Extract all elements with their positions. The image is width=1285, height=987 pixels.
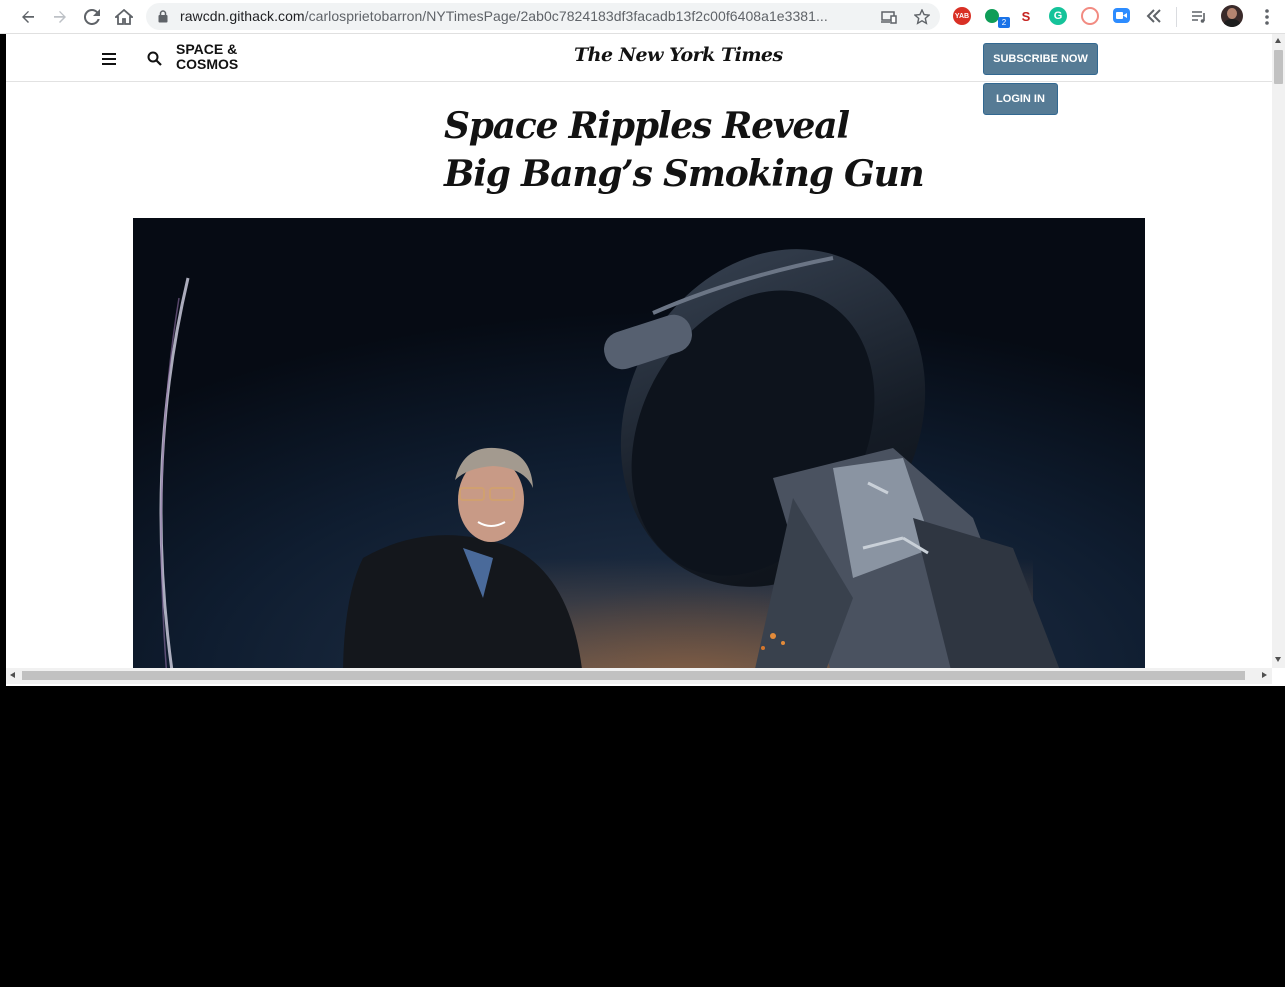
url-host: rawcdn.githack.com	[180, 8, 305, 24]
section-name-line1: SPACE &	[176, 41, 238, 57]
forward-arrow-icon	[54, 11, 66, 23]
nyt-logo[interactable]: The New York Times	[574, 44, 783, 66]
home-button[interactable]	[111, 4, 137, 30]
scroll-left-arrow-icon[interactable]	[10, 672, 15, 678]
lock-icon	[158, 10, 168, 23]
green-dot-icon[interactable]	[985, 9, 999, 23]
kebab-menu-icon	[1265, 9, 1269, 25]
headline-line2: Big Bang’s Smoking Gun	[444, 153, 925, 195]
avatar[interactable]	[1221, 5, 1243, 27]
back-arrow-ext-icon[interactable]	[1145, 7, 1163, 25]
horizontal-scrollbar[interactable]	[6, 668, 1272, 684]
yab-icon[interactable]: YAB	[953, 7, 971, 25]
grammarly-icon[interactable]: G	[1049, 7, 1067, 25]
seo-icon[interactable]: S	[1017, 7, 1035, 25]
back-button[interactable]	[15, 4, 41, 30]
star-icon	[914, 9, 930, 25]
camera-icon	[1116, 12, 1127, 19]
subscribe-button[interactable]: SUBSCRIBE NOW	[983, 43, 1098, 75]
playlist-icon	[1192, 11, 1205, 23]
man-with-telescope-photo	[133, 218, 1145, 668]
scroll-down-arrow-icon[interactable]	[1275, 657, 1281, 662]
address-bar[interactable]: rawcdn.githack.com/carlosprietobarron/NY…	[146, 3, 940, 30]
article-headline: Space Ripples Reveal Big Bang’s Smoking …	[444, 102, 1004, 198]
zoom-icon[interactable]	[1113, 8, 1130, 23]
install-app-button[interactable]	[880, 8, 898, 26]
browser-toolbar: rawcdn.githack.com/carlosprietobarron/NY…	[0, 0, 1285, 34]
section-name[interactable]: SPACE & COSMOS	[176, 42, 266, 72]
home-icon	[115, 9, 133, 25]
scroll-right-arrow-icon[interactable]	[1262, 672, 1267, 678]
reading-list-button[interactable]	[1186, 4, 1212, 30]
horizontal-scroll-thumb[interactable]	[22, 671, 1245, 680]
hero-image-drawing	[133, 218, 1145, 668]
cast-icon	[881, 10, 897, 24]
url-path: /carlosprietobarron/NYTimesPage/2ab0c782…	[304, 8, 828, 24]
extension-badge: 2	[998, 17, 1010, 28]
lastpass-icon[interactable]	[1081, 7, 1099, 25]
headline-line1: Space Ripples Reveal	[444, 105, 850, 147]
vertical-scrollbar[interactable]	[1272, 34, 1285, 668]
vertical-scroll-thumb[interactable]	[1274, 50, 1283, 84]
page-viewport: SPACE & COSMOS The New York Times SUBSCR…	[6, 34, 1272, 668]
reload-icon	[84, 9, 100, 25]
hamburger-menu-icon[interactable]	[102, 53, 116, 65]
section-name-line2: COSMOS	[176, 56, 239, 72]
search-icon[interactable]	[147, 51, 162, 66]
menu-button[interactable]	[1254, 4, 1280, 30]
forward-button[interactable]	[47, 4, 73, 30]
browser-window: rawcdn.githack.com/carlosprietobarron/NY…	[0, 0, 1285, 686]
reload-button[interactable]	[79, 4, 105, 30]
toolbar-divider	[1176, 7, 1177, 27]
url-text: rawcdn.githack.com/carlosprietobarron/NY…	[180, 8, 828, 24]
bookmark-star-button[interactable]	[913, 8, 931, 26]
back-arrow-icon	[22, 11, 34, 23]
scroll-up-arrow-icon[interactable]	[1275, 38, 1281, 43]
site-header: SPACE & COSMOS The New York Times SUBSCR…	[6, 34, 1272, 82]
